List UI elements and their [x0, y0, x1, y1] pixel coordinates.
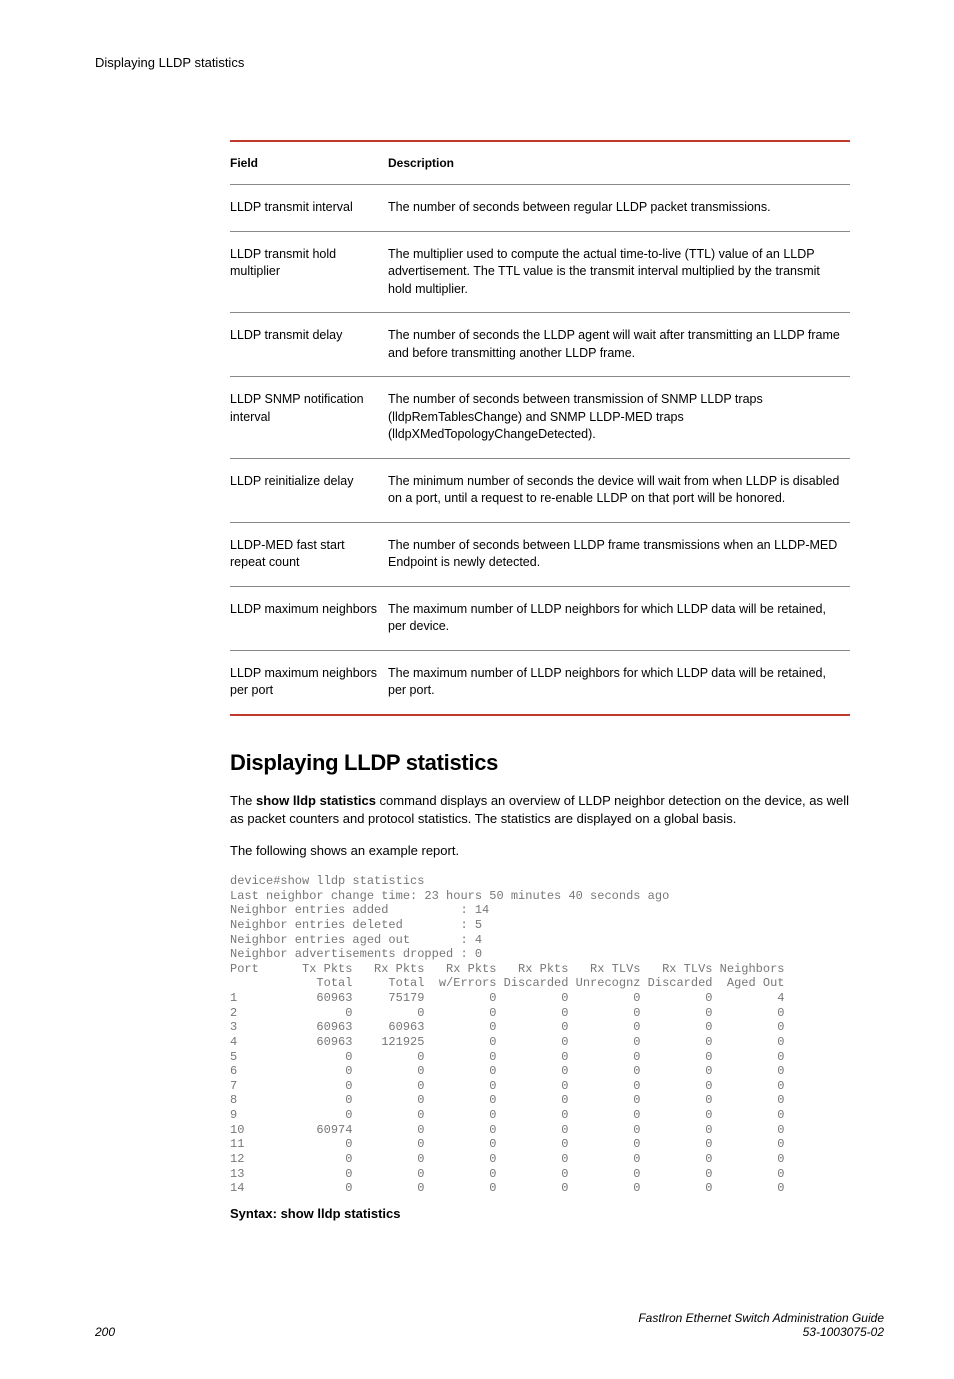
table-row: LLDP maximum neighbors The maximum numbe… — [230, 586, 850, 650]
footer-doc-title: FastIron Ethernet Switch Administration … — [638, 1311, 884, 1325]
cell-field: LLDP maximum neighbors — [230, 586, 388, 650]
cell-field: LLDP-MED fast start repeat count — [230, 522, 388, 586]
cell-desc: The number of seconds between regular LL… — [388, 185, 850, 232]
table-row: LLDP-MED fast start repeat count The num… — [230, 522, 850, 586]
syntax-line: Syntax: show lldp statistics — [230, 1206, 884, 1221]
page-header-title: Displaying LLDP statistics — [95, 55, 884, 70]
table-head-desc: Description — [388, 141, 850, 185]
table-row: LLDP transmit interval The number of sec… — [230, 185, 850, 232]
page-footer: 200 FastIron Ethernet Switch Administrat… — [95, 1311, 884, 1339]
cell-desc: The number of seconds between LLDP frame… — [388, 522, 850, 586]
footer-doc-number: 53-1003075-02 — [638, 1325, 884, 1339]
cell-desc: The maximum number of LLDP neighbors for… — [388, 650, 850, 715]
cell-desc: The maximum number of LLDP neighbors for… — [388, 586, 850, 650]
cell-field: LLDP reinitialize delay — [230, 458, 388, 522]
footer-page-number: 200 — [95, 1325, 115, 1339]
cell-desc: The number of seconds between transmissi… — [388, 377, 850, 459]
code-block: device#show lldp statistics Last neighbo… — [230, 874, 884, 1196]
table-head-field: Field — [230, 141, 388, 185]
cell-field: LLDP transmit delay — [230, 313, 388, 377]
table-row: LLDP reinitialize delay The minimum numb… — [230, 458, 850, 522]
field-description-table: Field Description LLDP transmit interval… — [230, 140, 850, 716]
cell-field: LLDP transmit interval — [230, 185, 388, 232]
table-row: LLDP maximum neighbors per port The maxi… — [230, 650, 850, 715]
cell-desc: The number of seconds the LLDP agent wil… — [388, 313, 850, 377]
cell-field: LLDP maximum neighbors per port — [230, 650, 388, 715]
cell-desc: The multiplier used to compute the actua… — [388, 231, 850, 313]
table-row: LLDP SNMP notification interval The numb… — [230, 377, 850, 459]
section-heading: Displaying LLDP statistics — [230, 750, 884, 776]
section-para-1: The show lldp statistics command display… — [230, 792, 850, 828]
cell-field: LLDP transmit hold multiplier — [230, 231, 388, 313]
section-para-2: The following shows an example report. — [230, 842, 850, 860]
para1-pre: The — [230, 793, 256, 808]
para1-cmd: show lldp statistics — [256, 793, 376, 808]
cell-field: LLDP SNMP notification interval — [230, 377, 388, 459]
table-row: LLDP transmit hold multiplier The multip… — [230, 231, 850, 313]
table-row: LLDP transmit delay The number of second… — [230, 313, 850, 377]
cell-desc: The minimum number of seconds the device… — [388, 458, 850, 522]
